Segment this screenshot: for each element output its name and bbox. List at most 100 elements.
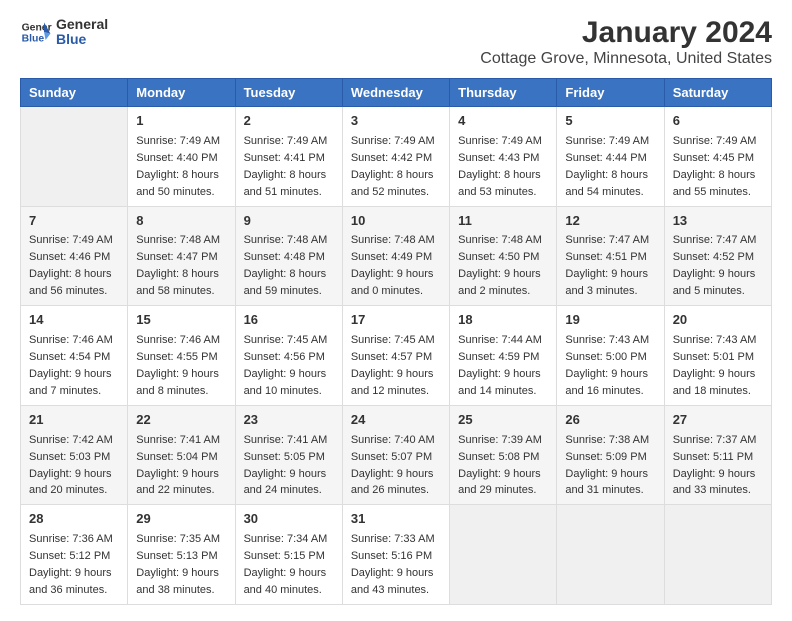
day-info: Sunrise: 7:36 AM Sunset: 5:12 PM Dayligh… (29, 533, 113, 596)
day-number: 21 (29, 411, 119, 430)
calendar-cell: 31Sunrise: 7:33 AM Sunset: 5:16 PM Dayli… (342, 505, 449, 605)
calendar-cell: 20 Sunrise: 7:43 AM Sunset: 5:01 PM Dayli… (664, 306, 771, 406)
day-number: 18 (458, 311, 548, 330)
day-info: Sunrise: 7:34 AM Sunset: 5:15 PM Dayligh… (244, 533, 328, 596)
header-row: SundayMondayTuesdayWednesdayThursdayFrid… (21, 79, 772, 107)
day-number: 12 (565, 212, 655, 231)
day-info: Sunrise: 7:40 AM Sunset: 5:07 PM Dayligh… (351, 434, 435, 497)
calendar-cell: 30Sunrise: 7:34 AM Sunset: 5:15 PM Dayli… (235, 505, 342, 605)
day-number: 27 (673, 411, 763, 430)
day-number: 10 (351, 212, 441, 231)
calendar-cell: 5 Sunrise: 7:49 AM Sunset: 4:44 PM Daylig… (557, 107, 664, 207)
day-info: Sunrise: 7:49 AM Sunset: 4:44 PM Dayligh… (565, 135, 649, 198)
day-number: 6 (673, 112, 763, 131)
logo-icon: General Blue (20, 16, 52, 48)
day-info: Sunrise: 7:45 AM Sunset: 4:56 PM Dayligh… (244, 334, 328, 397)
day-number: 23 (244, 411, 334, 430)
day-number: 26 (565, 411, 655, 430)
day-info: Sunrise: 7:44 AM Sunset: 4:59 PM Dayligh… (458, 334, 542, 397)
day-info: Sunrise: 7:46 AM Sunset: 4:55 PM Dayligh… (136, 334, 220, 397)
calendar-cell: 15 Sunrise: 7:46 AM Sunset: 4:55 PM Dayli… (128, 306, 235, 406)
calendar-cell: 23 Sunrise: 7:41 AM Sunset: 5:05 PM Dayli… (235, 405, 342, 505)
day-number: 22 (136, 411, 226, 430)
calendar-cell: 10Sunrise: 7:48 AM Sunset: 4:49 PM Dayli… (342, 206, 449, 306)
day-number: 4 (458, 112, 548, 131)
day-number: 3 (351, 112, 441, 131)
day-number: 19 (565, 311, 655, 330)
day-number: 8 (136, 212, 226, 231)
week-row-2: 14Sunrise: 7:46 AM Sunset: 4:54 PM Dayli… (21, 306, 772, 406)
calendar-cell: 11Sunrise: 7:48 AM Sunset: 4:50 PM Dayli… (450, 206, 557, 306)
day-number: 7 (29, 212, 119, 231)
subtitle: Cottage Grove, Minnesota, United States (480, 50, 772, 68)
calendar-cell: 7 Sunrise: 7:49 AM Sunset: 4:46 PM Daylig… (21, 206, 128, 306)
calendar-cell: 28 Sunrise: 7:36 AM Sunset: 5:12 PM Dayli… (21, 505, 128, 605)
day-number: 1 (136, 112, 226, 131)
col-header-wednesday: Wednesday (342, 79, 449, 107)
calendar-cell: 2Sunrise: 7:49 AM Sunset: 4:41 PM Daylig… (235, 107, 342, 207)
calendar-cell: 24 Sunrise: 7:40 AM Sunset: 5:07 PM Dayli… (342, 405, 449, 505)
day-info: Sunrise: 7:38 AM Sunset: 5:09 PM Dayligh… (565, 434, 649, 497)
logo: General Blue General Blue (20, 16, 108, 48)
day-info: Sunrise: 7:49 AM Sunset: 4:45 PM Dayligh… (673, 135, 757, 198)
calendar-cell (557, 505, 664, 605)
calendar-cell: 3Sunrise: 7:49 AM Sunset: 4:42 PM Daylig… (342, 107, 449, 207)
col-header-monday: Monday (128, 79, 235, 107)
day-number: 29 (136, 510, 226, 529)
title-block: January 2024 Cottage Grove, Minnesota, U… (480, 16, 772, 68)
calendar-cell: 21Sunrise: 7:42 AM Sunset: 5:03 PM Dayli… (21, 405, 128, 505)
week-row-4: 28 Sunrise: 7:36 AM Sunset: 5:12 PM Dayli… (21, 505, 772, 605)
calendar-cell: 25Sunrise: 7:39 AM Sunset: 5:08 PM Dayli… (450, 405, 557, 505)
day-number: 15 (136, 311, 226, 330)
calendar-cell: 26 Sunrise: 7:38 AM Sunset: 5:09 PM Dayli… (557, 405, 664, 505)
calendar-cell (450, 505, 557, 605)
calendar-cell: 18 Sunrise: 7:44 AM Sunset: 4:59 PM Dayli… (450, 306, 557, 406)
day-number: 9 (244, 212, 334, 231)
day-info: Sunrise: 7:41 AM Sunset: 5:04 PM Dayligh… (136, 434, 220, 497)
calendar-cell (21, 107, 128, 207)
day-info: Sunrise: 7:47 AM Sunset: 4:51 PM Dayligh… (565, 234, 649, 297)
day-info: Sunrise: 7:41 AM Sunset: 5:05 PM Dayligh… (244, 434, 328, 497)
week-row-0: 1 Sunrise: 7:49 AM Sunset: 4:40 PM Daylig… (21, 107, 772, 207)
day-info: Sunrise: 7:35 AM Sunset: 5:13 PM Dayligh… (136, 533, 220, 596)
calendar-cell: 17Sunrise: 7:45 AM Sunset: 4:57 PM Dayli… (342, 306, 449, 406)
day-info: Sunrise: 7:43 AM Sunset: 5:01 PM Dayligh… (673, 334, 757, 397)
day-number: 5 (565, 112, 655, 131)
day-number: 14 (29, 311, 119, 330)
day-number: 13 (673, 212, 763, 231)
calendar-cell: 27 Sunrise: 7:37 AM Sunset: 5:11 PM Dayli… (664, 405, 771, 505)
calendar-cell: 14Sunrise: 7:46 AM Sunset: 4:54 PM Dayli… (21, 306, 128, 406)
day-info: Sunrise: 7:43 AM Sunset: 5:00 PM Dayligh… (565, 334, 649, 397)
day-number: 24 (351, 411, 441, 430)
day-info: Sunrise: 7:48 AM Sunset: 4:48 PM Dayligh… (244, 234, 328, 297)
calendar-cell: 6 Sunrise: 7:49 AM Sunset: 4:45 PM Daylig… (664, 107, 771, 207)
col-header-tuesday: Tuesday (235, 79, 342, 107)
day-info: Sunrise: 7:48 AM Sunset: 4:47 PM Dayligh… (136, 234, 220, 297)
calendar-cell: 9 Sunrise: 7:48 AM Sunset: 4:48 PM Daylig… (235, 206, 342, 306)
day-info: Sunrise: 7:49 AM Sunset: 4:40 PM Dayligh… (136, 135, 220, 198)
day-number: 11 (458, 212, 548, 231)
calendar-cell: 16Sunrise: 7:45 AM Sunset: 4:56 PM Dayli… (235, 306, 342, 406)
day-number: 25 (458, 411, 548, 430)
week-row-3: 21Sunrise: 7:42 AM Sunset: 5:03 PM Dayli… (21, 405, 772, 505)
calendar-cell: 13 Sunrise: 7:47 AM Sunset: 4:52 PM Dayli… (664, 206, 771, 306)
calendar-cell (664, 505, 771, 605)
day-number: 31 (351, 510, 441, 529)
calendar-cell: 19 Sunrise: 7:43 AM Sunset: 5:00 PM Dayli… (557, 306, 664, 406)
calendar-cell: 1 Sunrise: 7:49 AM Sunset: 4:40 PM Daylig… (128, 107, 235, 207)
day-info: Sunrise: 7:37 AM Sunset: 5:11 PM Dayligh… (673, 434, 757, 497)
calendar-cell: 12 Sunrise: 7:47 AM Sunset: 4:51 PM Dayli… (557, 206, 664, 306)
day-info: Sunrise: 7:45 AM Sunset: 4:57 PM Dayligh… (351, 334, 435, 397)
day-number: 28 (29, 510, 119, 529)
day-number: 20 (673, 311, 763, 330)
day-info: Sunrise: 7:49 AM Sunset: 4:46 PM Dayligh… (29, 234, 113, 297)
week-row-1: 7 Sunrise: 7:49 AM Sunset: 4:46 PM Daylig… (21, 206, 772, 306)
main-title: January 2024 (480, 16, 772, 50)
col-header-sunday: Sunday (21, 79, 128, 107)
logo-text-general: General (56, 17, 108, 32)
day-info: Sunrise: 7:47 AM Sunset: 4:52 PM Dayligh… (673, 234, 757, 297)
header: General Blue General Blue January 2024 C… (20, 16, 772, 68)
col-header-thursday: Thursday (450, 79, 557, 107)
col-header-saturday: Saturday (664, 79, 771, 107)
calendar-cell: 22 Sunrise: 7:41 AM Sunset: 5:04 PM Dayli… (128, 405, 235, 505)
